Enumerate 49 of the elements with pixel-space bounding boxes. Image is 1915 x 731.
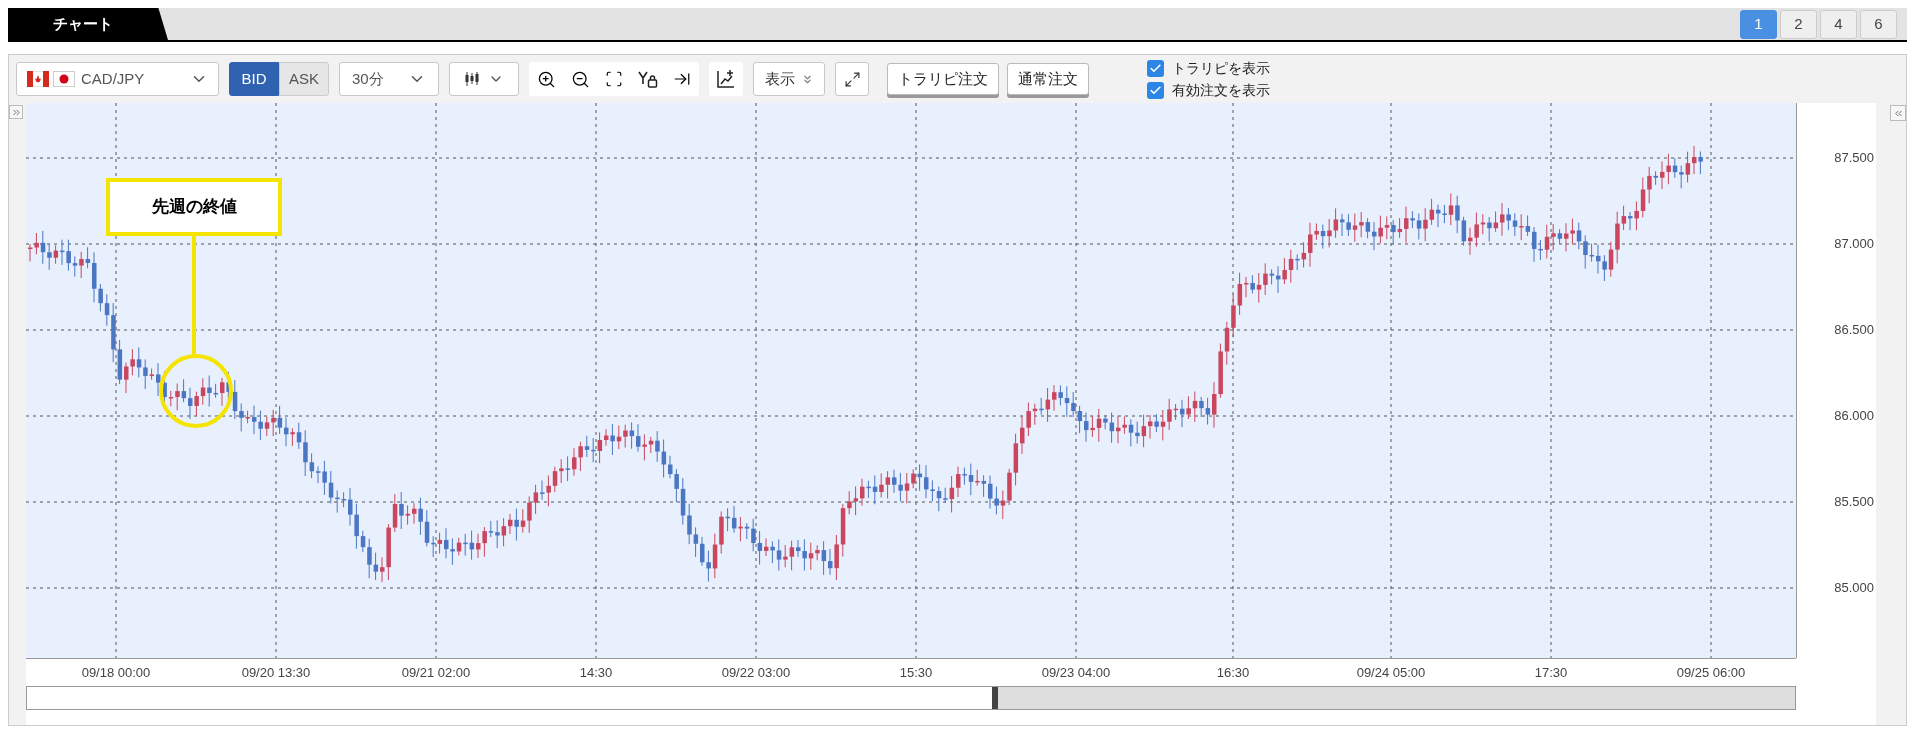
x-axis-label: 09/24 05:00 <box>1356 664 1426 682</box>
layout-button[interactable]: 6 <box>1860 9 1897 39</box>
chart-plus-icon <box>716 69 736 89</box>
timeframe-select[interactable]: 30分 <box>339 62 439 96</box>
y-axis-label: 86.500 <box>1834 322 1874 338</box>
order-button[interactable]: トラリピ注文 <box>887 63 999 95</box>
currency-pair-select[interactable]: CAD/JPY <box>16 62 219 96</box>
checkbox[interactable] <box>1147 59 1164 77</box>
expand-arrows-icon <box>843 70 861 88</box>
chart-type-select[interactable] <box>449 62 519 96</box>
checkbox-label: トラリピを表示 <box>1172 59 1270 77</box>
expand-button[interactable] <box>835 62 869 96</box>
x-axis-label: 09/25 06:00 <box>1676 664 1746 682</box>
y-lock-icon <box>638 70 658 88</box>
frame-corners-icon <box>605 70 623 88</box>
x-axis-label: 16:30 <box>1216 664 1250 682</box>
y-axis-label: 85.000 <box>1834 580 1874 596</box>
scrollbar-thumb[interactable] <box>992 687 1795 709</box>
add-indicator-button[interactable] <box>709 62 743 96</box>
order-button[interactable]: 通常注文 <box>1007 63 1089 95</box>
y-axis-label: 87.000 <box>1834 236 1874 252</box>
checkmark-icon <box>1149 83 1162 97</box>
checkbox[interactable] <box>1147 81 1164 99</box>
x-axis-label: 09/21 02:00 <box>401 664 471 682</box>
x-axis-label: 09/18 00:00 <box>81 664 151 682</box>
x-axis-label: 15:30 <box>899 664 933 682</box>
display-menu-button[interactable]: 表示 <box>753 62 825 96</box>
x-axis-label: 14:30 <box>579 664 613 682</box>
price-type-toggle[interactable]: ASK <box>279 62 329 96</box>
layout-button[interactable]: 2 <box>1780 9 1817 39</box>
x-axis-label: 09/22 03:00 <box>721 664 791 682</box>
checkmark-icon <box>1149 61 1162 75</box>
y-axis-label: 85.500 <box>1834 494 1874 510</box>
y-axis-label: 86.000 <box>1834 408 1874 424</box>
x-axis-label: 09/20 13:30 <box>241 664 311 682</box>
canada-flag-icon <box>27 71 49 87</box>
candlestick-icon <box>464 71 480 87</box>
japan-flag-icon <box>53 71 75 87</box>
checkbox-label: 有効注文を表示 <box>1172 81 1270 99</box>
chart-tab[interactable]: チャート <box>8 8 168 40</box>
x-axis-label: 09/23 04:00 <box>1041 664 1111 682</box>
y-axis-label: 87.500 <box>1834 150 1874 166</box>
arrow-to-line-icon <box>673 70 691 88</box>
annotation-callout: 先週の終値 <box>106 178 282 236</box>
zoom-in-icon <box>536 69 556 89</box>
price-type-toggle[interactable]: BID <box>229 62 279 96</box>
zoom-out-icon <box>570 69 590 89</box>
layout-button[interactable]: 4 <box>1820 9 1857 39</box>
x-axis-label: 17:30 <box>1534 664 1568 682</box>
